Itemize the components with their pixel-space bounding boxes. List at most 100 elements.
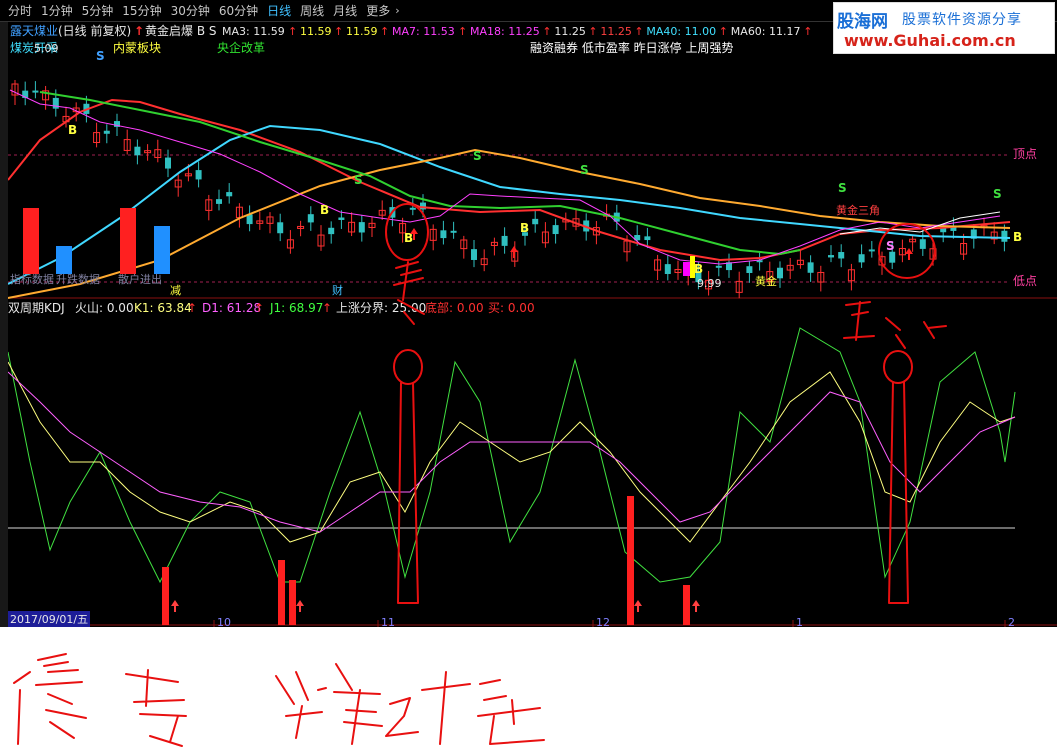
- period-tab-3[interactable]: 15分钟: [122, 2, 161, 19]
- kdj-lines: [7, 327, 1016, 584]
- retail-bar-1: [23, 208, 39, 274]
- period-tab-9[interactable]: 更多: [366, 2, 390, 19]
- up-arrow-icon: ↑: [134, 24, 144, 38]
- buy-signal-1: B: [320, 203, 329, 217]
- ma-arrow-icon-3: ↑: [458, 25, 467, 38]
- ma-readout-3: MA7: 11.53: [392, 25, 455, 38]
- month-label-4: 2: [1008, 616, 1015, 627]
- kdj-k: K1: 63.84: [134, 301, 192, 315]
- period-tab-7[interactable]: 周线: [300, 2, 324, 19]
- sell-signal-10: S: [993, 187, 1002, 201]
- indicator-name: 黄金启爆 B S: [145, 23, 216, 38]
- signal-markers: BBBBBBSSSS SS: [68, 123, 1022, 278]
- candle-body-down: [777, 267, 783, 279]
- kdj-bar-1: [278, 560, 285, 625]
- kdj-bottom: 底部: 0.00: [425, 300, 484, 315]
- candle-body-down: [216, 199, 222, 204]
- chevron-right-icon[interactable]: ›: [395, 4, 399, 17]
- ma-arrow-icon-8: ↑: [803, 25, 812, 38]
- watermark: 股海网 股票软件资源分享 www.Guhai.com.cn: [833, 2, 1055, 54]
- label-finance: 财: [332, 283, 343, 297]
- ma-readout-8: MA60: 11.17: [731, 25, 801, 38]
- kdj-d: D1: 61.28: [202, 301, 261, 315]
- period-tab-6[interactable]: 日线: [267, 2, 291, 19]
- watermark-url: www.Guhai.com.cn: [844, 31, 1016, 50]
- sell-signal-6: S: [354, 173, 363, 187]
- candle-body-down: [471, 249, 477, 260]
- candle-body-down: [919, 239, 926, 249]
- kdj-bar-3: [627, 496, 634, 625]
- tag-inner-mongolia: 内蒙板块: [113, 41, 161, 55]
- tags-right: 融资融券 低市盈率 昨日涨停 上周强势: [530, 40, 733, 55]
- main-header: 露天煤业 (日线 前复权) ↑ 黄金启爆 B S MA3: 11.59 ↑ 11.5…: [10, 23, 812, 63]
- candle-body-down: [277, 222, 284, 234]
- kdj-k-arrow: ↑: [187, 301, 197, 315]
- ma-readout-7: MA40: 11.00: [646, 25, 716, 38]
- cursor-date: 2017/09/01/五: [8, 611, 91, 627]
- candle-body-down: [532, 218, 539, 225]
- candle-body-down: [307, 214, 314, 223]
- label-lift-data: 升跌数据: [56, 272, 100, 286]
- ma-arrow-icon-1: ↑: [334, 25, 343, 38]
- candle-body-down: [501, 235, 508, 246]
- candle-body-down: [858, 254, 865, 263]
- highlight-bar-magenta: [683, 262, 690, 276]
- candle-body-down: [552, 225, 559, 235]
- kdj-bar-0: [162, 567, 169, 625]
- retail-bar-3: [120, 208, 136, 274]
- candle-body-down: [226, 192, 233, 197]
- kline-chart[interactable]: 露天煤业 (日线 前复权) ↑ 黄金启爆 B S MA3: 11.59 ↑ 11.5…: [0, 22, 1057, 627]
- kdj-bar-2: [289, 580, 296, 625]
- kdj-j-arrow: ↑: [322, 301, 332, 315]
- kdj-j: J1: 68.97: [269, 301, 323, 315]
- label-retail-flow: 散户进出: [118, 272, 162, 286]
- candle-body-down: [134, 146, 141, 156]
- kdj-k-line: [7, 361, 1016, 543]
- ma-readouts: MA3: 11.59 ↑ 11.59 ↑ 11.59 ↑ MA7: 11.53 ↑ MA18: …: [222, 25, 812, 38]
- candle-body-down: [52, 97, 59, 109]
- stock-title: 露天煤业: [10, 24, 58, 38]
- buy-signal-3: B: [520, 221, 529, 235]
- kdj-arrow-icon-1: [296, 600, 304, 612]
- ma-arrow-icon-4: ↑: [542, 25, 551, 38]
- label-min-price: 9.99: [697, 277, 722, 290]
- ma-arrow-icon-7: ↑: [719, 25, 728, 38]
- ma-arrow-icon-2: ↑: [380, 25, 389, 38]
- candle-body-down: [889, 251, 896, 263]
- buy-arrow-icon-1: [510, 246, 518, 258]
- kdj-arrow-icon-3: [692, 600, 700, 612]
- ma-readout-5: 11.25: [554, 25, 586, 38]
- buy-signal-5: B: [1013, 230, 1022, 244]
- label-gold: 黄金: [755, 274, 777, 288]
- chart-area[interactable]: 露天煤业 (日线 前复权) ↑ 黄金启爆 B S MA3: 11.59 ↑ 11.5…: [0, 22, 1057, 627]
- left-strip: [0, 22, 8, 627]
- kdj-d-line: [7, 371, 1016, 533]
- buy-arrow-icon-2: [905, 248, 913, 260]
- candle-body-down: [807, 262, 814, 273]
- candle-body-down: [195, 170, 202, 180]
- label-gold-triangle: 黄金三角: [836, 203, 880, 217]
- period-tab-4[interactable]: 30分钟: [171, 2, 210, 19]
- ma-readout-6: 11.25: [600, 25, 632, 38]
- handwriting-bottom-3: [275, 663, 383, 745]
- ma-arrow-icon-6: ↑: [634, 25, 643, 38]
- period-tab-8[interactable]: 月线: [333, 2, 357, 19]
- period-tab-2[interactable]: 5分钟: [82, 2, 114, 19]
- kdj-buy: 买: 0.00: [488, 301, 535, 315]
- retail-flow-bars: 指标数据 升跌数据 散户进出 减 财: [10, 208, 343, 297]
- sell-signal-8: S: [580, 163, 589, 177]
- candle-body-down: [338, 217, 345, 220]
- period-tab-0[interactable]: 分时: [8, 2, 32, 19]
- ma-arrow-icon-0: ↑: [288, 25, 297, 38]
- period-tab-1[interactable]: 1分钟: [41, 2, 73, 19]
- watermark-tagline: 股票软件资源分享: [902, 12, 1022, 28]
- label-reduce: 减: [170, 284, 181, 297]
- handwriting-bottom-4: [385, 671, 545, 745]
- candle-body-down: [868, 249, 875, 252]
- month-label-2: 12: [596, 616, 610, 627]
- candle-body-down: [746, 266, 753, 273]
- period-tab-5[interactable]: 60分钟: [219, 2, 258, 19]
- sell-signal-7: S: [473, 149, 482, 163]
- candle-body-down: [32, 90, 39, 93]
- sell-signal-11: S: [886, 239, 895, 253]
